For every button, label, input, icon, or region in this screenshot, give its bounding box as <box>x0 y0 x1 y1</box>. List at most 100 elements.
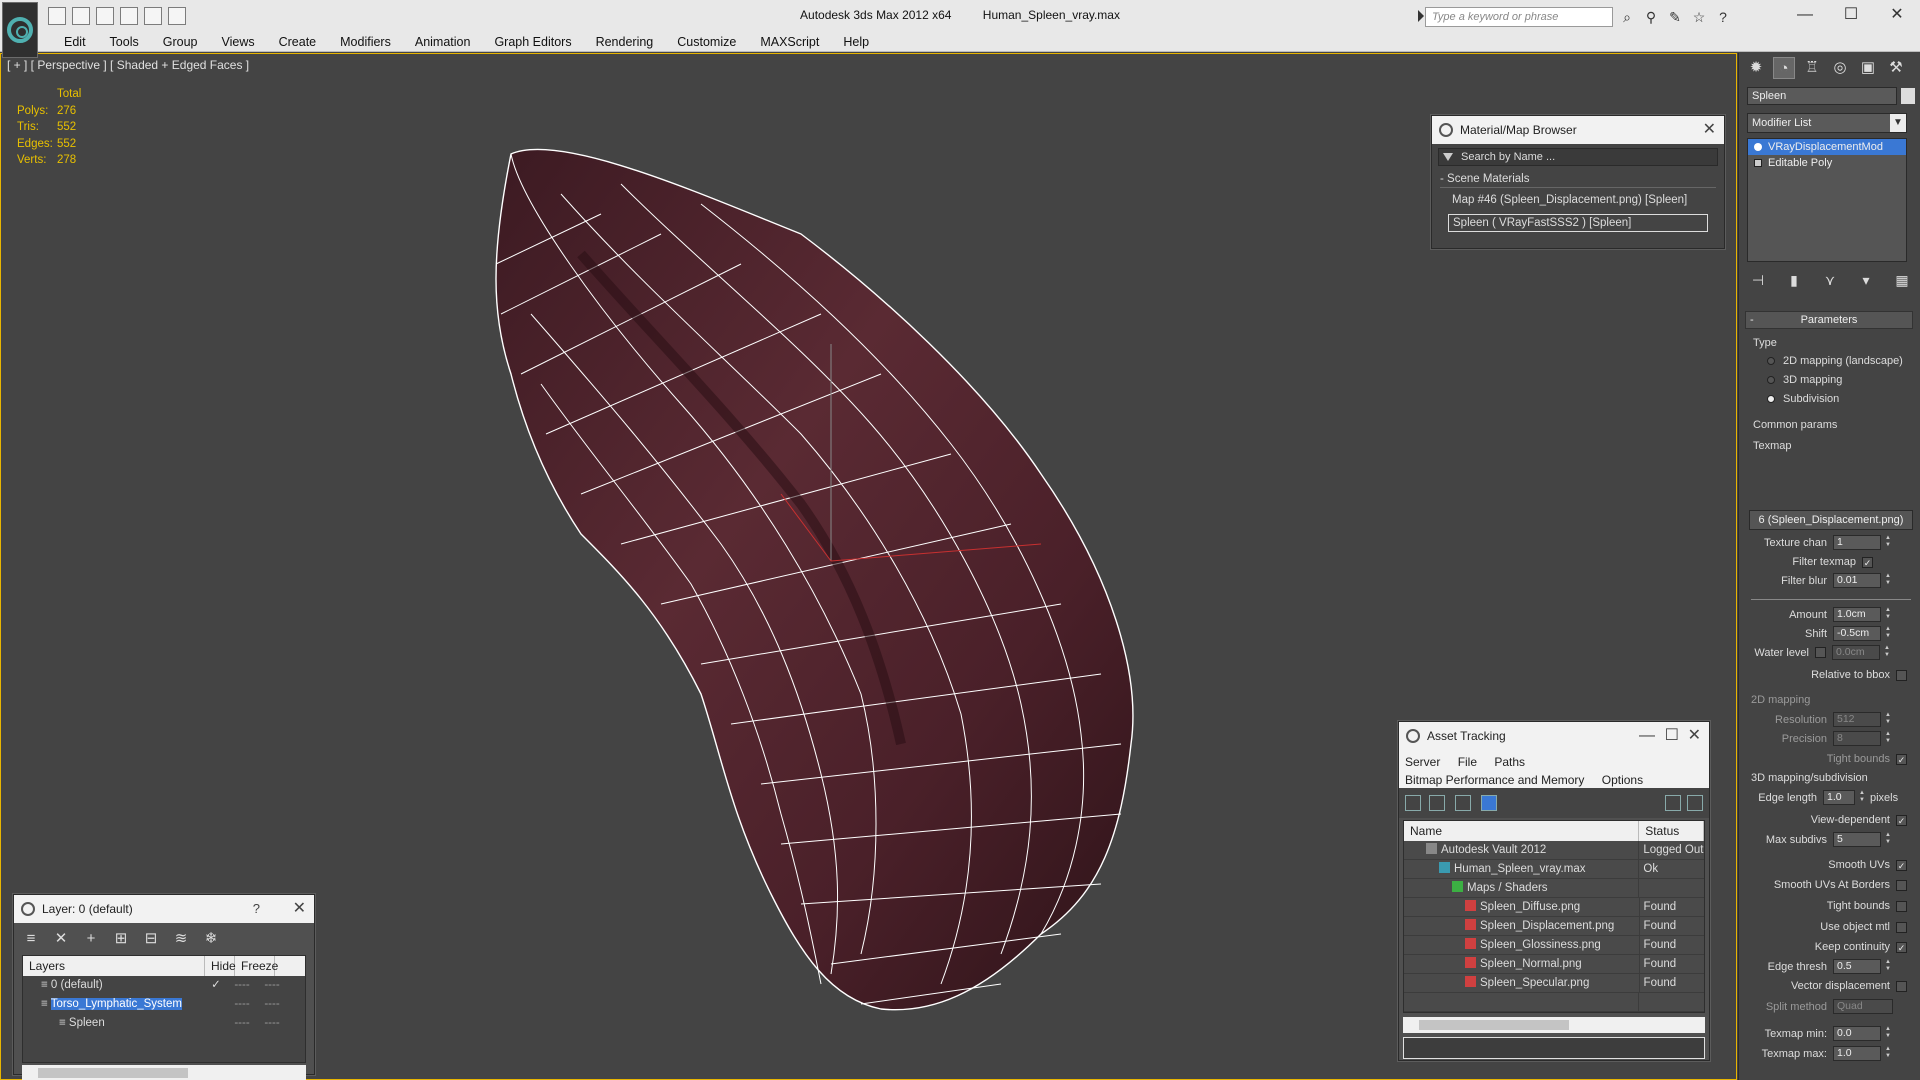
max-subdivs-input[interactable]: 5 <box>1833 832 1881 847</box>
lightbulb-icon[interactable] <box>1754 143 1762 151</box>
freeze-all-icon[interactable]: ❄ <box>202 930 220 948</box>
viewport-label[interactable]: [ + ] [ Perspective ] [ Shaded + Edged F… <box>7 58 249 72</box>
hide-toggle[interactable]: ---- <box>227 976 257 995</box>
table-row[interactable]: Spleen_Displacement.png Found <box>1404 917 1704 936</box>
table-row[interactable]: Spleen_Glossiness.png Found <box>1404 936 1704 955</box>
menu-options[interactable]: Options <box>1602 773 1643 787</box>
column-layers[interactable]: Layers <box>23 956 205 976</box>
display-tab-icon[interactable]: ▣ <box>1857 57 1879 79</box>
keyword-search-input[interactable]: Type a keyword or phrase <box>1425 7 1613 27</box>
horizontal-scrollbar[interactable] <box>1403 1017 1705 1033</box>
modify-tab-icon[interactable]: ◔ <box>1773 57 1795 79</box>
layer-row[interactable]: ≡ Torso_Lymphatic_System ---- ---- <box>23 995 305 1014</box>
relative-bbox-checkbox[interactable]: Relative to bbox <box>1749 669 1907 681</box>
maximize-button[interactable]: ☐ <box>1828 0 1874 30</box>
communication-icon[interactable]: ✎ <box>1666 8 1684 26</box>
texmap-min-input[interactable]: 0.0 <box>1833 1026 1881 1041</box>
spinner-icon[interactable]: ▲ ▼ <box>1884 573 1892 588</box>
stack-item-editable-poly[interactable]: Editable Poly <box>1748 155 1906 171</box>
checkbox-icon[interactable] <box>1896 980 1907 992</box>
close-icon[interactable]: ✕ <box>1703 116 1716 144</box>
minimize-button[interactable]: — <box>1782 0 1828 30</box>
menu-item-edit[interactable]: Edit <box>52 34 98 50</box>
subscription-icon[interactable]: ⚲ <box>1642 8 1660 26</box>
checkbox-icon[interactable] <box>1896 669 1907 681</box>
menu-item-help[interactable]: Help <box>831 34 881 50</box>
checkbox-icon[interactable] <box>1896 921 1907 933</box>
add-to-layer-icon[interactable]: + <box>82 930 100 948</box>
spinner-icon[interactable]: ▲ ▼ <box>1884 607 1892 622</box>
spinner-icon[interactable]: ▲ ▼ <box>1884 731 1892 746</box>
object-color-swatch[interactable] <box>1901 88 1915 104</box>
help-icon[interactable] <box>1665 795 1681 811</box>
texmap-max-input[interactable]: 1.0 <box>1833 1046 1881 1061</box>
spinner-icon[interactable]: ▲ ▼ <box>1884 712 1892 727</box>
checkbox-icon[interactable] <box>1896 879 1907 891</box>
menu-item-rendering[interactable]: Rendering <box>584 34 666 50</box>
make-unique-icon[interactable]: ⋎ <box>1821 271 1839 289</box>
hide-all-icon[interactable]: ≋ <box>172 930 190 948</box>
list-view-icon[interactable] <box>1429 795 1445 811</box>
table-row[interactable]: Spleen_Normal.png Found <box>1404 955 1704 974</box>
material-search-input[interactable]: Search by Name ... <box>1438 148 1718 166</box>
spinner-icon[interactable]: ▲ ▼ <box>1858 790 1866 805</box>
menu-bitmap-performance[interactable]: Bitmap Performance and Memory <box>1405 773 1584 787</box>
filter-texmap-checkbox[interactable]: Filter texmap ✓ <box>1749 556 1873 568</box>
freeze-toggle[interactable]: ---- <box>257 1014 287 1033</box>
remove-modifier-icon[interactable]: ▾ <box>1857 271 1875 289</box>
table-row[interactable]: Autodesk Vault 2012 Logged Out <box>1404 841 1704 860</box>
object-name-field[interactable]: Spleen <box>1747 87 1897 105</box>
menu-item-customize[interactable]: Customize <box>665 34 748 50</box>
new-layer-icon[interactable]: ≡ <box>22 930 40 948</box>
split-method-dropdown[interactable]: Quad <box>1833 999 1893 1014</box>
expand-icon[interactable] <box>1754 159 1762 167</box>
resolution-input[interactable]: 512 <box>1833 712 1881 727</box>
binoculars-icon[interactable]: ⌕ <box>1618 8 1636 26</box>
menu-item-tools[interactable]: Tools <box>98 34 151 50</box>
edge-thresh-input[interactable]: 0.5 <box>1833 959 1881 974</box>
radio-2d-mapping[interactable]: 2D mapping (landscape) <box>1767 355 1903 367</box>
motion-tab-icon[interactable]: ◎ <box>1829 57 1851 79</box>
scene-materials-group[interactable]: - Scene Materials <box>1440 172 1716 188</box>
help-icon[interactable]: ? <box>253 895 260 923</box>
create-tab-icon[interactable]: ✹ <box>1745 57 1767 79</box>
material-browser-titlebar[interactable]: Material/Map Browser ✕ <box>1432 116 1724 144</box>
pin-stack-icon[interactable]: ⊣ <box>1749 271 1767 289</box>
checkbox-icon[interactable]: ✓ <box>1862 556 1873 568</box>
texture-chan-input[interactable]: 1 <box>1833 535 1881 550</box>
menu-item-group[interactable]: Group <box>151 34 210 50</box>
modifier-list-dropdown[interactable]: Modifier List ▼ <box>1747 113 1907 133</box>
current-layer-mark[interactable] <box>205 995 227 1014</box>
radio-icon[interactable] <box>1767 357 1775 365</box>
keep-continuity-checkbox[interactable]: Keep continuity ✓ <box>1749 941 1907 953</box>
app-menu-logo-icon[interactable] <box>2 2 38 58</box>
tight-bounds-2d-checkbox[interactable]: Tight bounds ✓ <box>1749 753 1907 765</box>
menu-file[interactable]: File <box>1458 755 1477 769</box>
hierarchy-tab-icon[interactable]: ♖ <box>1801 57 1823 79</box>
menu-item-animation[interactable]: Animation <box>403 34 483 50</box>
vector-displacement-checkbox[interactable]: Vector displacement <box>1749 980 1907 992</box>
shift-input[interactable]: -0.5cm <box>1833 626 1881 641</box>
menu-item-create[interactable]: Create <box>267 34 329 50</box>
smooth-uvs-borders-checkbox[interactable]: Smooth UVs At Borders <box>1749 879 1907 891</box>
thumbnail-view-icon[interactable] <box>1455 795 1471 811</box>
column-hide[interactable]: Hide <box>205 956 236 976</box>
table-row[interactable]: Human_Spleen_vray.max Ok <box>1404 860 1704 879</box>
water-level-input[interactable]: 0.0cm <box>1832 645 1880 660</box>
menu-item-modifiers[interactable]: Modifiers <box>328 34 403 50</box>
checkbox-icon[interactable]: ✓ <box>1896 859 1907 871</box>
delete-layer-icon[interactable]: ✕ <box>52 930 70 948</box>
filter-blur-input[interactable]: 0.01 <box>1833 573 1881 588</box>
table-row[interactable]: Spleen_Specular.png Found <box>1404 974 1704 993</box>
utilities-tab-icon[interactable]: ⚒ <box>1885 57 1907 79</box>
checkbox-icon[interactable]: ✓ <box>1896 814 1907 826</box>
menu-item-graph-editors[interactable]: Graph Editors <box>482 34 583 50</box>
close-icon[interactable]: ✕ <box>1688 722 1701 750</box>
checkbox-icon[interactable] <box>1896 900 1907 912</box>
freeze-toggle[interactable]: ---- <box>257 995 287 1014</box>
show-end-result-icon[interactable]: ▮ <box>1785 271 1803 289</box>
layer-row[interactable]: ≡ Spleen ---- ---- <box>23 1014 305 1033</box>
edge-length-input[interactable]: 1.0 <box>1823 790 1855 805</box>
water-level-checkbox[interactable] <box>1815 647 1826 658</box>
asset-tracking-titlebar[interactable]: Asset Tracking — ☐ ✕ <box>1399 722 1709 750</box>
